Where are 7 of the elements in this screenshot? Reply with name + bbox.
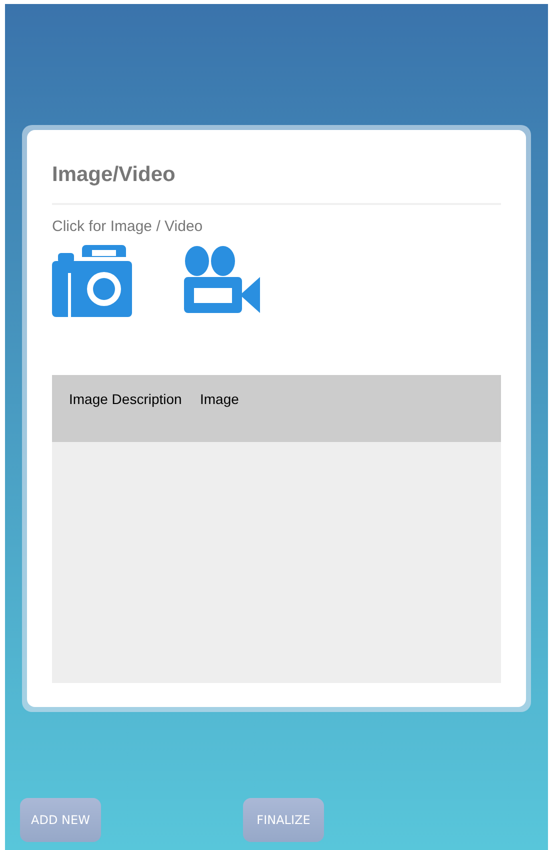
camera-icon[interactable] bbox=[52, 245, 134, 317]
finalize-button[interactable]: FINALIZE bbox=[243, 798, 324, 842]
card-subtitle: Click for Image / Video bbox=[52, 217, 204, 237]
column-header: Image bbox=[200, 390, 240, 409]
column-header: Image Description bbox=[69, 390, 183, 409]
add-new-button[interactable]: ADD NEW bbox=[20, 798, 101, 842]
card-title: Image/Video bbox=[52, 162, 176, 188]
